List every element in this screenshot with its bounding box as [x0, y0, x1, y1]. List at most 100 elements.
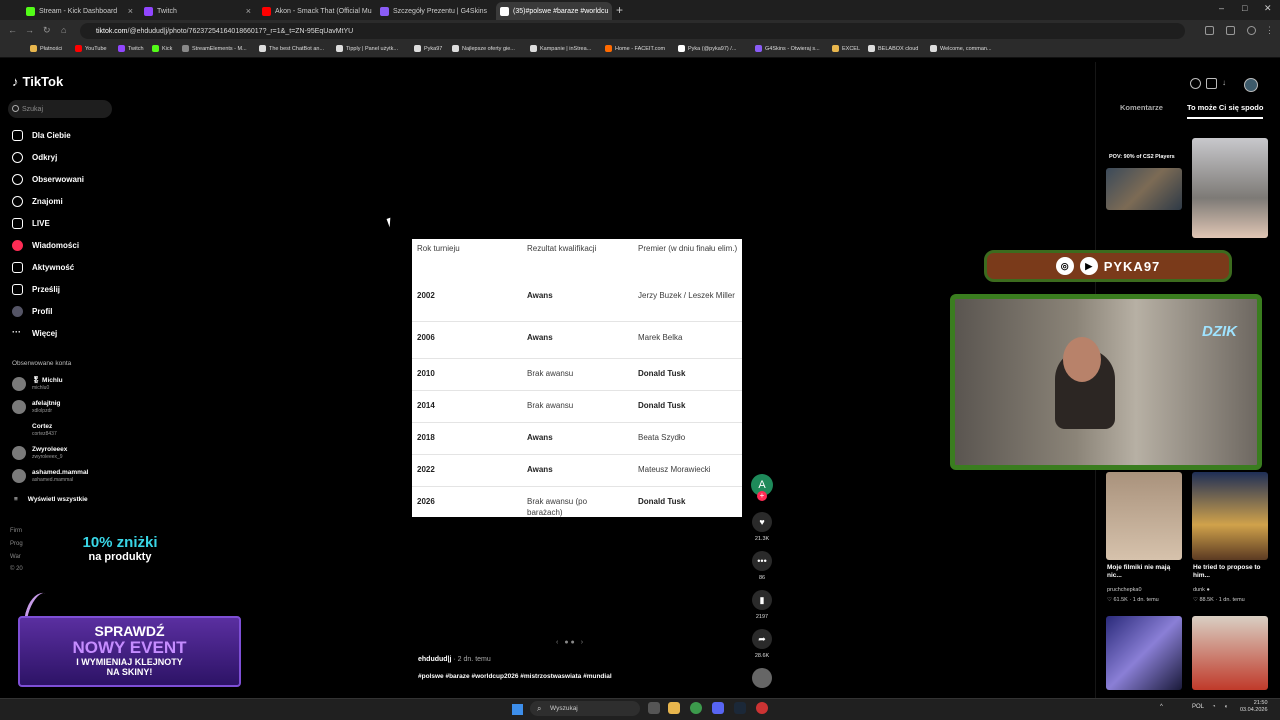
bookmark[interactable]: Twitch: [118, 45, 144, 52]
bookmark[interactable]: Pyka (@pyka97) /...: [678, 45, 736, 52]
followed-account[interactable]: ashamed.mammal ashamed.mammal: [12, 469, 88, 483]
avatar[interactable]: [1244, 78, 1258, 92]
windows-start-icon[interactable]: [512, 704, 523, 715]
volume-icon[interactable]: ◖: [1224, 704, 1228, 710]
nav-messages[interactable]: Wiadomości: [12, 240, 79, 251]
video-thumbnail[interactable]: [1192, 472, 1268, 560]
bookmark[interactable]: Kampanie | inStrea...: [530, 45, 591, 52]
bookmark[interactable]: Welcome, comman...: [930, 45, 992, 52]
close-icon[interactable]: ×: [246, 6, 251, 16]
taskbar-search[interactable]: ⌕ Wyszukaj: [530, 701, 640, 716]
video-title[interactable]: Moje filmiki nie mają nic...: [1107, 564, 1177, 580]
download-icon[interactable]: ↓: [1222, 78, 1233, 89]
follow-plus-icon[interactable]: +: [757, 491, 767, 501]
tab-twitch[interactable]: Twitch ×: [140, 2, 255, 20]
bookmark[interactable]: Najlepsze oferty gie...: [452, 45, 515, 52]
bookmark[interactable]: BELABOX cloud: [868, 45, 918, 52]
bookmark[interactable]: YouTube: [75, 45, 107, 52]
like-button[interactable]: ♥ 21.3K: [750, 512, 774, 542]
steam-icon[interactable]: [734, 702, 746, 714]
chrome-icon[interactable]: [690, 702, 702, 714]
clock[interactable]: 21:50 03.04.2026: [1240, 700, 1268, 714]
nav-live[interactable]: LIVE: [12, 218, 50, 229]
bookmark[interactable]: Kick: [152, 45, 172, 52]
footer-link[interactable]: War: [10, 554, 21, 560]
puzzle-icon[interactable]: [1226, 26, 1235, 35]
account-handle: xdlolpzdr: [32, 408, 53, 414]
followed-account[interactable]: afelajtnig xdlolpzdr: [12, 400, 61, 414]
share-button[interactable]: ➦ 28.6K: [750, 629, 774, 659]
footer-link[interactable]: Firm: [10, 528, 22, 534]
tab-g4skins[interactable]: Szczegóły Prezentu | G4Skins×: [376, 2, 491, 20]
video-thumbnail[interactable]: [1106, 168, 1182, 210]
nav-activity[interactable]: Aktywność: [12, 262, 74, 273]
close-window-button[interactable]: ✕: [1264, 3, 1272, 14]
new-tab-button[interactable]: +: [616, 3, 623, 17]
tab-kick[interactable]: Stream - Kick Dashboard ×: [22, 2, 137, 20]
author-name[interactable]: ehdudud|j: [418, 656, 451, 663]
nav-explore[interactable]: Odkryj: [12, 152, 57, 163]
video-thumbnail[interactable]: [1192, 616, 1268, 690]
nav-more[interactable]: ··· Więcej: [12, 328, 57, 339]
video-author[interactable]: dunk ●: [1193, 587, 1210, 593]
maximize-button[interactable]: □: [1242, 3, 1247, 13]
bookmark[interactable]: Pyka97: [414, 45, 442, 52]
back-icon[interactable]: ←: [8, 25, 17, 35]
bookmark[interactable]: StreamElements - M...: [182, 45, 247, 52]
nav-friends[interactable]: Znajomi: [12, 196, 63, 207]
followed-account[interactable]: Cortez cortez8437: [12, 423, 57, 437]
nav-following[interactable]: Obserwowani: [12, 174, 84, 185]
minimize-button[interactable]: –: [1219, 3, 1224, 13]
bookmark[interactable]: The best ChatBot an...: [259, 45, 324, 52]
followed-account[interactable]: 🎖 Michlu michlu0: [12, 377, 63, 391]
profile-icon[interactable]: [1247, 26, 1256, 35]
video-thumbnail[interactable]: [1106, 472, 1182, 560]
extensions-icon[interactable]: [1205, 26, 1214, 35]
tab-comments[interactable]: Komentarze: [1120, 103, 1163, 119]
search-input[interactable]: Szukaj: [8, 100, 112, 118]
language-indicator[interactable]: POL: [1192, 704, 1204, 710]
compass-icon[interactable]: [1190, 78, 1201, 89]
tab-suggested[interactable]: To może Ci się spodo: [1186, 103, 1264, 119]
followed-account[interactable]: Zwyroleeex zwyroleeex_9: [12, 446, 67, 460]
phone-icon[interactable]: [1206, 78, 1217, 89]
save-button[interactable]: ▮ 2197: [750, 590, 774, 620]
footer-link[interactable]: Prog: [10, 541, 23, 547]
bookmark[interactable]: Home - FACEIT.com: [605, 45, 665, 52]
video-thumbnail[interactable]: [1106, 616, 1182, 690]
video-thumbnail[interactable]: [1192, 138, 1268, 238]
search-icon: ⌕: [537, 703, 542, 713]
tab-tiktok[interactable]: (35)#polswe #baraze #worldcu×: [496, 2, 612, 20]
tiktok-logo[interactable]: ♪ TikTok: [12, 74, 63, 89]
close-icon[interactable]: ×: [128, 6, 133, 16]
discord-icon[interactable]: [712, 702, 724, 714]
bookmark[interactable]: EXCEL: [832, 45, 860, 52]
url-field[interactable]: tiktok.com/@ehdudud|j/photo/762372541640…: [80, 23, 1185, 39]
bookmark-label: Płatności: [40, 45, 63, 52]
menu-icon[interactable]: ⋮: [1265, 25, 1274, 36]
app-icon[interactable]: [756, 702, 768, 714]
video-title[interactable]: He tried to propose to him...: [1193, 564, 1265, 580]
bookmark[interactable]: Tipply | Panel użytk...: [336, 45, 398, 52]
comment-button[interactable]: ••• 86: [750, 551, 774, 581]
hashtags[interactable]: #polswe #baraze #worldcup2026 #mistrzost…: [418, 673, 612, 680]
network-icon[interactable]: ◔: [1212, 704, 1216, 710]
file-explorer-icon[interactable]: [668, 702, 680, 714]
bookmark[interactable]: G4Skins - Otwieraj s...: [755, 45, 820, 52]
tab-youtube[interactable]: Akon - Smack That (Official Mu×: [258, 2, 373, 20]
nav-profile[interactable]: Profil: [12, 306, 52, 317]
nav-upload[interactable]: Prześlij: [12, 284, 60, 295]
post-image[interactable]: Rok turnieju Rezultat kwalifikacji Premi…: [412, 239, 742, 517]
reload-icon[interactable]: ↻: [43, 25, 51, 36]
home-icon[interactable]: ⌂: [61, 25, 66, 35]
see-all-button[interactable]: ≡ Wyświetl wszystkie: [14, 496, 88, 503]
chevron-right-icon[interactable]: ›: [581, 639, 583, 646]
nav-for-you[interactable]: Dla Ciebie: [12, 130, 71, 141]
forward-icon[interactable]: →: [25, 25, 34, 35]
tray-chevron-icon[interactable]: ^: [1160, 704, 1163, 710]
sound-button[interactable]: [750, 668, 774, 692]
chevron-left-icon[interactable]: ‹: [556, 639, 558, 646]
task-view-icon[interactable]: [648, 702, 660, 714]
video-author[interactable]: pruchchepka0: [1107, 587, 1142, 593]
bookmark[interactable]: Płatności: [30, 45, 62, 52]
